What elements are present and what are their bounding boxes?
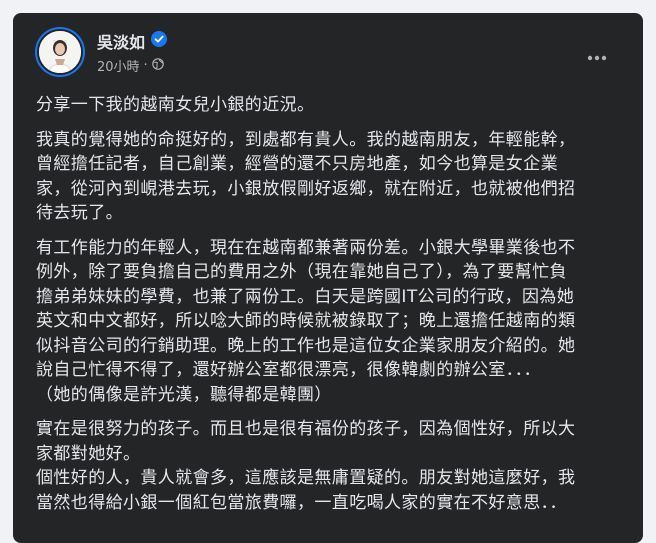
globe-icon[interactable] (151, 57, 164, 74)
author-name[interactable]: 吳淡如 (97, 29, 145, 53)
author-avatar[interactable] (35, 27, 85, 77)
more-options-button[interactable] (579, 37, 615, 73)
post-paragraph: 有工作能力的年輕人，現在在越南都兼著兩份差。小銀大學畢業後也不 例外，除了要負擔… (36, 237, 576, 405)
post-meta: 20小時 · (97, 56, 164, 75)
post-paragraph: 分享一下我的越南女兒小銀的近況。 (36, 95, 315, 115)
meta-separator: · (143, 58, 148, 73)
more-options-icon (587, 46, 607, 65)
post-body: 分享一下我的越南女兒小銀的近況。 我真的覺得她的命挺好的，到處都有貴人。我的越南… (36, 93, 626, 525)
verified-badge-icon (151, 31, 168, 51)
post-timestamp[interactable]: 20小時 (97, 56, 140, 75)
post-card: 吳淡如 20小時 · 分享一下我的越南女兒小銀的近況。 我真的覺得她的命挺好的，… (13, 13, 643, 543)
avatar-photo (37, 29, 83, 75)
post-paragraph: 我真的覺得她的命挺好的，到處都有貴人。我的越南朋友，年輕能幹， 曾經擔任記者，自… (36, 129, 576, 224)
author-name-row: 吳淡如 (97, 29, 168, 53)
post-header: 吳淡如 20小時 · (35, 27, 629, 79)
post-paragraph: 實在是很努力的孩子。而且也是很有福份的孩子，因為個性好，所以大 家都對她好。 個… (36, 419, 576, 513)
